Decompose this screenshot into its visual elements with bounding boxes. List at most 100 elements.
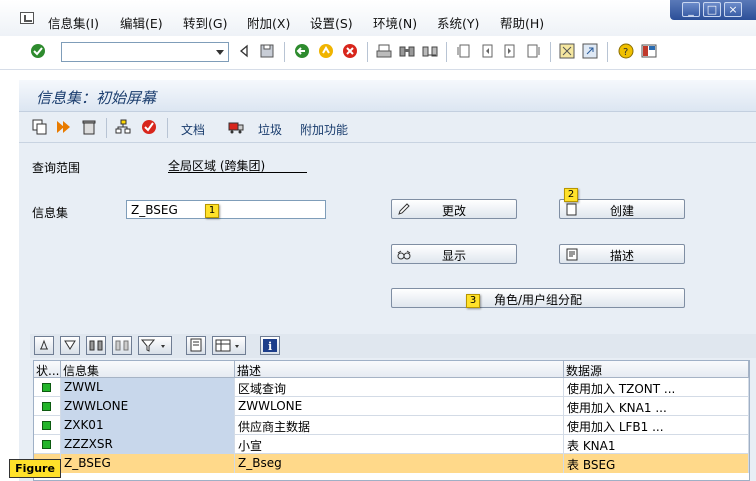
status-green-icon bbox=[42, 440, 51, 449]
table-row[interactable]: ZWWLONE ZWWLONE 使用加入 KNA1 ... bbox=[34, 397, 749, 416]
callout-1: 1 bbox=[205, 204, 219, 218]
scope-value[interactable]: 全局区域 (跨集团) bbox=[168, 157, 307, 173]
table-row[interactable]: ZWWL 区域查询 使用加入 TZONT ... bbox=[34, 378, 749, 397]
menu-infoset[interactable]: 信息集(I) bbox=[48, 13, 99, 32]
infoset-cell[interactable]: ZWWL bbox=[61, 378, 235, 397]
maximize-button[interactable]: □ bbox=[703, 2, 721, 17]
description-cell: 区域查询 bbox=[235, 378, 564, 397]
svg-text:i: i bbox=[268, 340, 272, 353]
table-row-selected[interactable]: Z_BSEG Z_Bseg 表 BSEG bbox=[34, 454, 749, 473]
first-page-icon[interactable] bbox=[456, 43, 472, 59]
find-icon[interactable] bbox=[399, 43, 415, 59]
create-button[interactable]: 创建 bbox=[559, 199, 685, 219]
shortcut-icon[interactable] bbox=[582, 43, 598, 59]
menu-help[interactable]: 帮助(H) bbox=[500, 13, 544, 32]
status-green-icon bbox=[42, 383, 51, 392]
figure-label: Figure 2 bbox=[9, 459, 61, 481]
documents-button[interactable]: 文档 bbox=[181, 121, 205, 138]
infoset-cell[interactable]: ZZZXSR bbox=[61, 435, 235, 454]
grid-find-button[interactable] bbox=[86, 336, 106, 355]
datasource-cell: 表 BSEG bbox=[564, 454, 749, 473]
table-row[interactable]: ZZZXSR 小宣 表 KNA1 bbox=[34, 435, 749, 454]
sort-icon bbox=[64, 340, 76, 350]
minimize-button[interactable]: _ bbox=[682, 2, 700, 17]
infoset-label: 信息集 bbox=[32, 206, 69, 220]
help-icon[interactable]: ? bbox=[618, 43, 634, 59]
info-icon: i bbox=[263, 339, 277, 353]
column-header-datasource[interactable]: 数据源 bbox=[564, 361, 749, 378]
customize-layout-icon[interactable] bbox=[641, 43, 657, 59]
infoset-cell[interactable]: ZWWLONE bbox=[61, 397, 235, 416]
grid-layout-button[interactable] bbox=[212, 336, 246, 355]
datasource-cell: 使用加入 KNA1 ... bbox=[564, 397, 749, 416]
cancel-icon[interactable] bbox=[342, 43, 358, 59]
delete-icon[interactable] bbox=[81, 119, 97, 135]
binoculars-icon bbox=[89, 340, 103, 351]
exit-icon[interactable] bbox=[318, 43, 334, 59]
display-button[interactable]: 显示 bbox=[391, 244, 517, 264]
column-header-description[interactable]: 描述 bbox=[235, 361, 564, 378]
menu-settings[interactable]: 设置(S) bbox=[310, 13, 353, 32]
find-next-icon[interactable] bbox=[422, 43, 438, 59]
datasource-cell: 表 KNA1 bbox=[564, 435, 749, 454]
collapse-left-icon[interactable] bbox=[236, 43, 252, 59]
infoset-input[interactable]: Z_BSEG bbox=[126, 200, 326, 219]
standard-toolbar: ? bbox=[0, 36, 756, 70]
datasource-cell: 使用加入 TZONT ... bbox=[564, 378, 749, 397]
column-header-infoset[interactable]: 信息集 bbox=[61, 361, 235, 378]
system-menu-icon[interactable] bbox=[20, 12, 34, 24]
menu-edit[interactable]: 编辑(E) bbox=[120, 13, 163, 32]
status-cell bbox=[34, 416, 61, 435]
check-icon[interactable] bbox=[141, 119, 157, 135]
details-icon bbox=[40, 339, 48, 350]
back-icon[interactable] bbox=[294, 43, 310, 59]
enter-icon[interactable] bbox=[30, 43, 46, 59]
change-button[interactable]: 更改 bbox=[391, 199, 517, 219]
command-field[interactable] bbox=[61, 42, 229, 62]
status-cell bbox=[34, 435, 61, 454]
status-cell bbox=[34, 378, 61, 397]
menu-system[interactable]: 系统(Y) bbox=[437, 13, 479, 32]
new-session-icon[interactable] bbox=[559, 43, 575, 59]
grid-details-button[interactable] bbox=[34, 336, 54, 355]
infoset-cell[interactable]: ZXK01 bbox=[61, 416, 235, 435]
grid-sort-button[interactable] bbox=[60, 336, 80, 355]
column-header-status[interactable]: 状... bbox=[34, 361, 61, 378]
save-icon[interactable] bbox=[259, 43, 275, 59]
filter-icon bbox=[140, 339, 165, 352]
menu-environment[interactable]: 环境(N) bbox=[373, 13, 417, 32]
grid-print-button[interactable] bbox=[186, 336, 206, 355]
infoset-grid: 状... 信息集 描述 数据源 ZWWL 区域查询 使用加入 TZONT ...… bbox=[33, 360, 750, 481]
rename-icon[interactable] bbox=[56, 119, 72, 135]
table-row[interactable]: ZXK01 供应商主数据 使用加入 LFB1 ... bbox=[34, 416, 749, 435]
description-cell: Z_Bseg bbox=[235, 454, 564, 473]
status-green-icon bbox=[42, 402, 51, 411]
last-page-icon[interactable] bbox=[525, 43, 541, 59]
page-title: 信息集：初始屏幕 bbox=[36, 89, 157, 107]
hierarchy-icon[interactable] bbox=[115, 119, 131, 135]
description-cell: ZWWLONE bbox=[235, 397, 564, 416]
callout-3: 3 bbox=[466, 294, 480, 308]
infoset-cell[interactable]: Z_BSEG bbox=[61, 454, 235, 473]
grid-filter-button[interactable] bbox=[138, 336, 172, 355]
role-assignment-button[interactable]: 角色/用户组分配 bbox=[391, 288, 685, 308]
extras-button[interactable]: 附加功能 bbox=[300, 121, 348, 138]
grid-find-next-button[interactable] bbox=[112, 336, 132, 355]
close-button[interactable]: × bbox=[724, 2, 742, 17]
svg-text:?: ? bbox=[623, 47, 628, 58]
menu-goto[interactable]: 转到(G) bbox=[183, 13, 227, 32]
chevron-down-icon[interactable] bbox=[214, 46, 226, 58]
left-margin bbox=[0, 70, 19, 481]
copy-icon[interactable] bbox=[32, 119, 48, 135]
previous-page-icon[interactable] bbox=[479, 43, 495, 59]
display-button-label: 显示 bbox=[441, 249, 466, 263]
print-preview-icon bbox=[190, 338, 202, 352]
transport-truck-icon[interactable] bbox=[228, 119, 244, 135]
print-icon[interactable] bbox=[376, 43, 392, 59]
next-page-icon[interactable] bbox=[502, 43, 518, 59]
layout-icon bbox=[215, 339, 239, 352]
grid-info-button[interactable]: i bbox=[260, 336, 280, 355]
menu-extras[interactable]: 附加(X) bbox=[247, 13, 290, 32]
trash-button[interactable]: 垃圾 bbox=[258, 121, 282, 138]
describe-button[interactable]: 描述 bbox=[559, 244, 685, 264]
